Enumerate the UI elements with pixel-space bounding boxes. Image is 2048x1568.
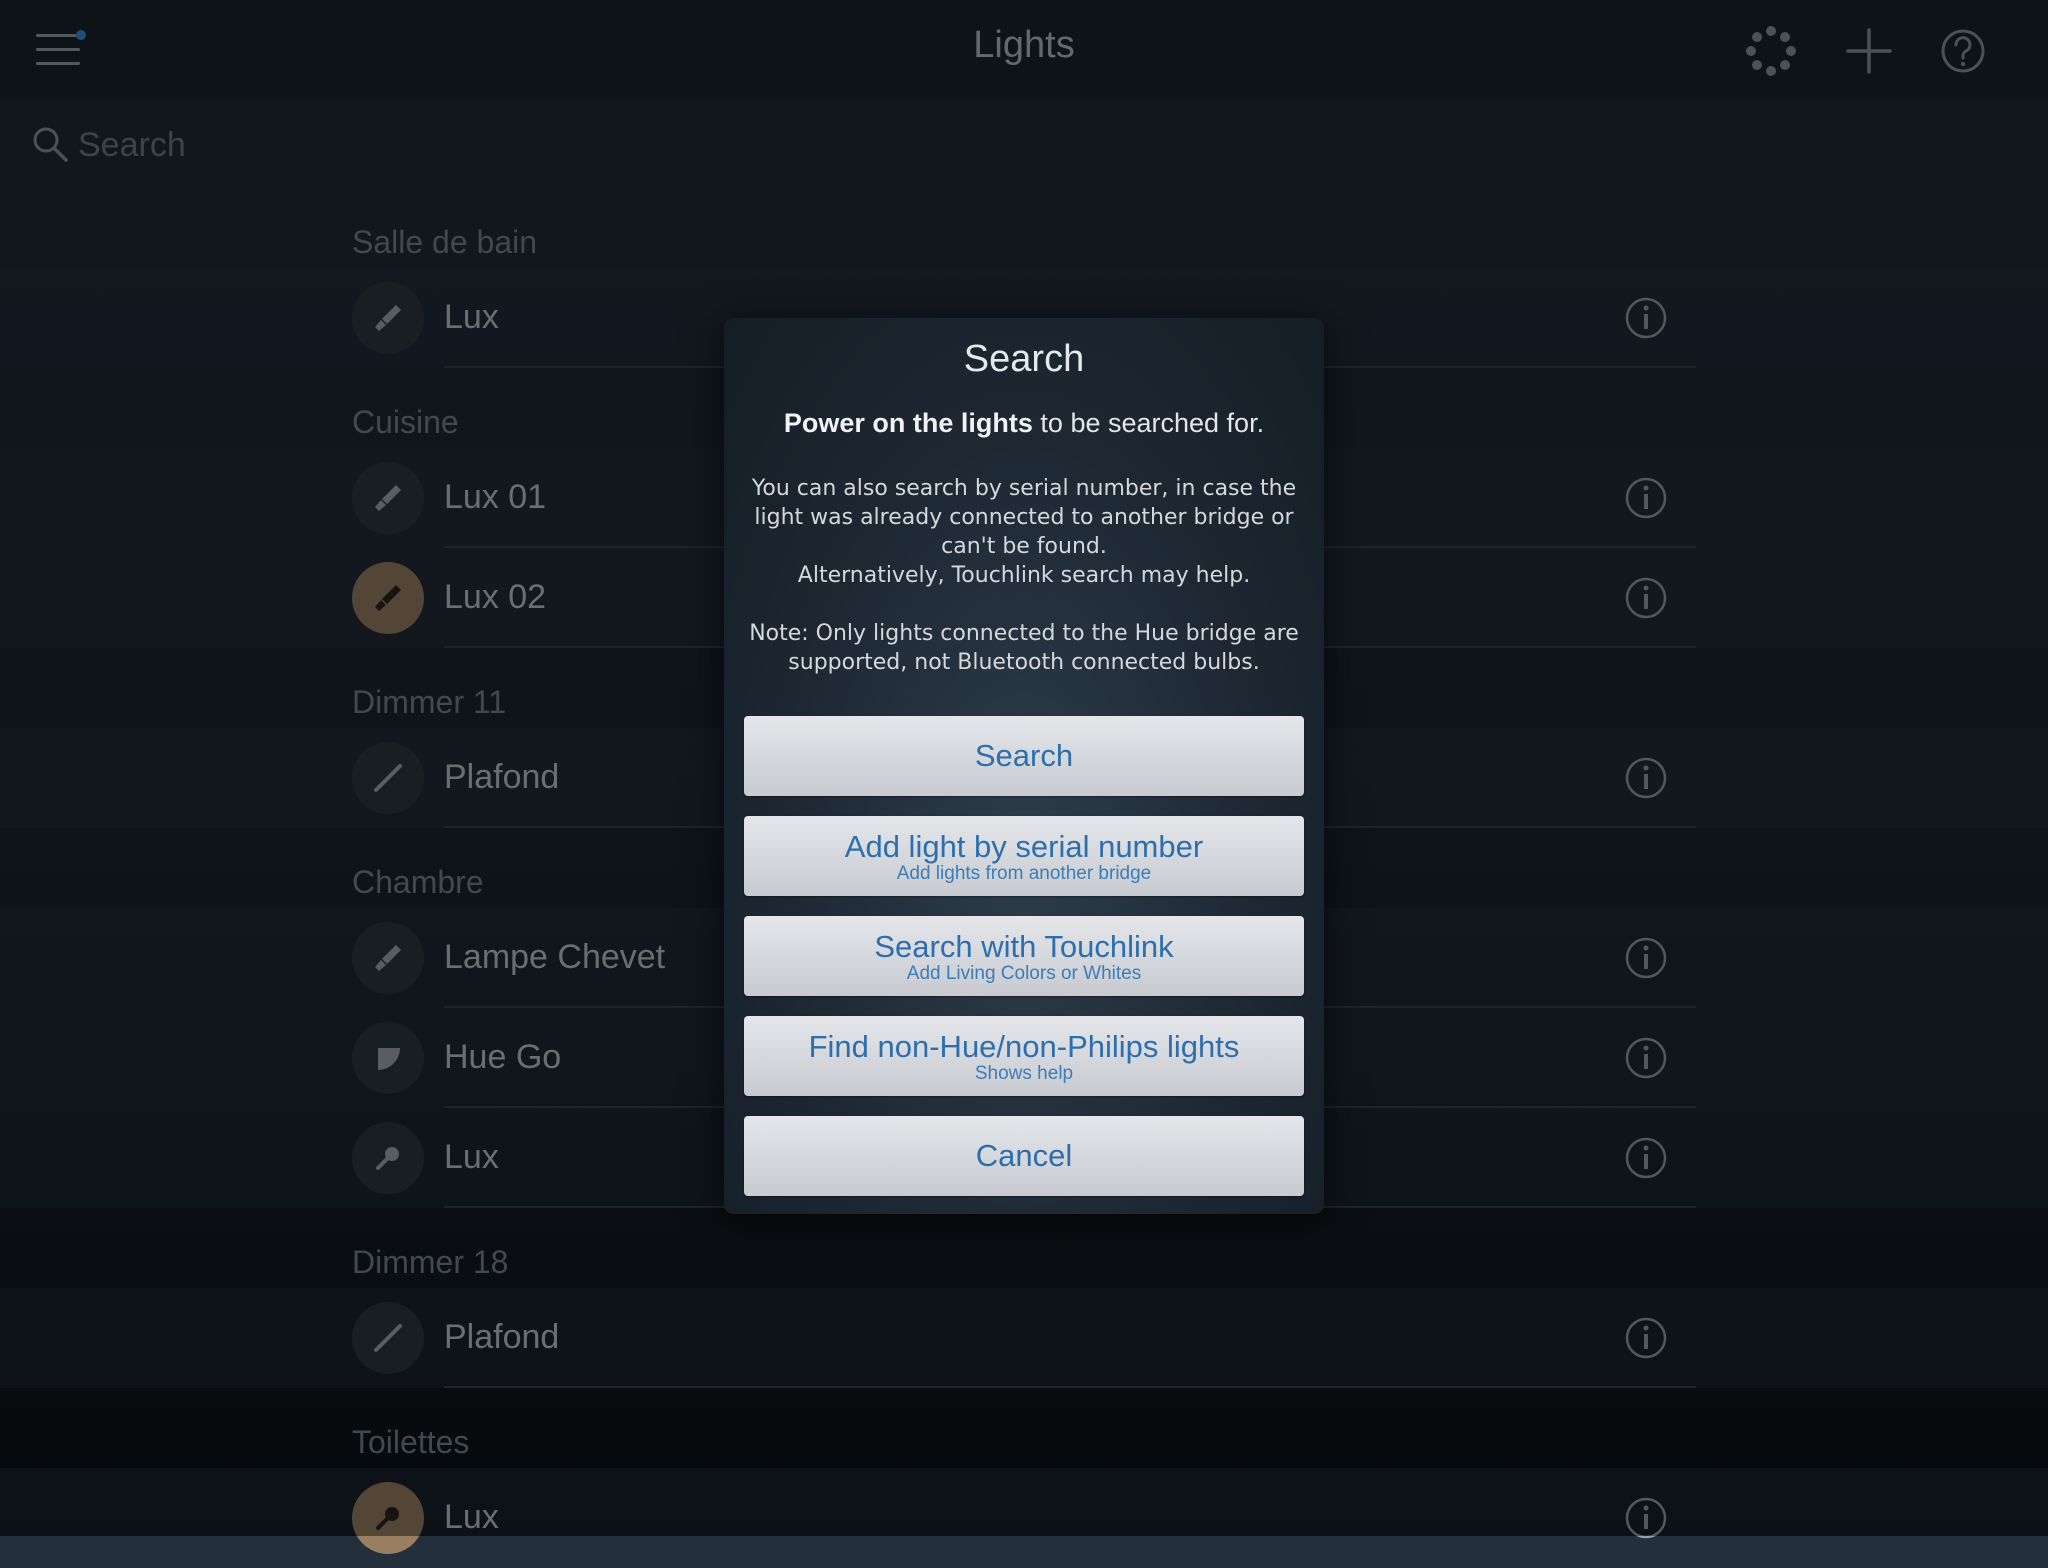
dialog-title: Search	[963, 338, 1085, 380]
add-by-serial-label: Add light by serial number	[844, 829, 1204, 864]
search-button[interactable]: Search	[744, 716, 1304, 796]
add-by-serial-sublabel: Add lights from another bridge	[896, 863, 1152, 884]
dialog-body: You can also search by serial number, in…	[742, 474, 1306, 677]
find-non-hue-sublabel: Shows help	[974, 1063, 1074, 1084]
touchlink-sublabel: Add Living Colors or Whites	[906, 963, 1142, 984]
dialog-lead: Power on the lights to be searched for.	[724, 408, 1324, 439]
touchlink-button[interactable]: Search with Touchlink Add Living Colors …	[744, 916, 1304, 996]
dialog-note: Note: Only lights connected to the Hue b…	[749, 621, 1299, 675]
dialog-lead-rest: to be searched for.	[1032, 408, 1265, 438]
search-button-label: Search	[974, 738, 1074, 773]
dialog-body-text: Alternatively, Touchlink search may help…	[797, 563, 1251, 588]
dialog-lead-bold: Power on the lights	[783, 408, 1033, 438]
find-non-hue-label: Find non-Hue/non-Philips lights	[808, 1029, 1240, 1064]
cancel-button-label: Cancel	[975, 1138, 1073, 1173]
add-by-serial-button[interactable]: Add light by serial number Add lights fr…	[744, 816, 1304, 896]
find-non-hue-button[interactable]: Find non-Hue/non-Philips lights Shows he…	[744, 1016, 1304, 1096]
search-dialog: Search Power on the lights to be searche…	[724, 318, 1324, 1214]
dialog-body-text: You can also search by serial number, in…	[751, 476, 1297, 559]
cancel-button[interactable]: Cancel	[744, 1116, 1304, 1196]
touchlink-label: Search with Touchlink	[874, 929, 1174, 964]
